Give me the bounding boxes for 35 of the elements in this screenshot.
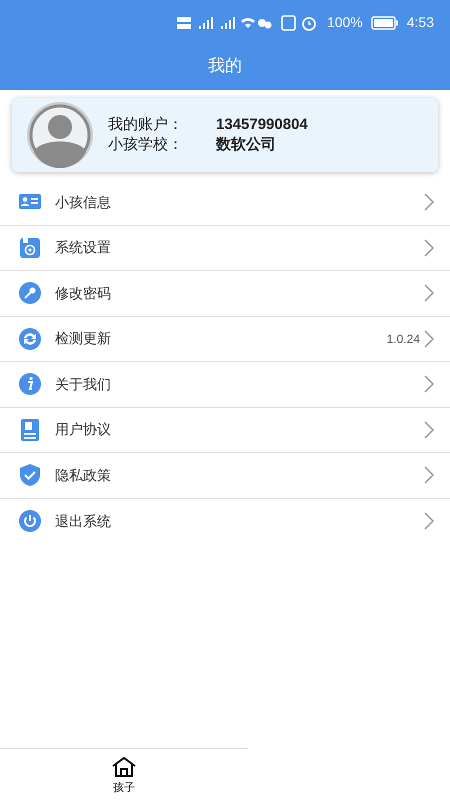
version-label: 1.0.24 — [386, 330, 420, 348]
page-title: 我的 — [208, 54, 242, 77]
refresh-icon — [18, 326, 42, 351]
chevron-right-icon — [424, 330, 434, 348]
menu-item[interactable]: 系统设置 — [0, 226, 450, 271]
info-icon — [18, 372, 42, 396]
nfc-alarm-icon — [280, 14, 319, 30]
battery-icon — [370, 16, 399, 30]
chevron-right-icon — [424, 238, 434, 257]
signal-icon — [176, 14, 273, 30]
field-value: 数软公司 — [216, 135, 277, 155]
chevron-right-icon — [424, 466, 434, 484]
chevron-right-icon — [424, 512, 434, 530]
power-icon — [18, 509, 42, 534]
document-icon — [18, 418, 42, 442]
menu-item[interactable]: 隐私政策 — [0, 453, 450, 498]
menu-item[interactable]: 关于我们 — [0, 362, 450, 408]
chevron-right-icon — [424, 420, 434, 439]
chevron-right-icon — [424, 284, 434, 302]
field-label: 我的账户： — [108, 115, 184, 135]
menu-item[interactable]: 检测更新 1.0.24 — [0, 316, 450, 362]
home-icon — [111, 756, 137, 778]
menu-item[interactable]: 修改密码 — [0, 271, 450, 316]
chevron-right-icon — [424, 375, 434, 394]
key-icon — [18, 281, 42, 306]
menu-item[interactable]: 退出系统 — [0, 498, 450, 544]
tab-bar-item[interactable]: 孩子 — [0, 748, 248, 800]
menu-item[interactable]: 小孩信息 — [0, 180, 450, 226]
clock: 4:53 — [406, 13, 434, 32]
menu-item[interactable]: 用户协议 — [0, 408, 450, 453]
battery-percentage: 100% — [326, 13, 363, 32]
field-label: 小孩学校： — [108, 135, 184, 155]
chevron-right-icon — [424, 193, 434, 212]
field-value: 13457990804 — [216, 115, 308, 135]
shield-check-icon — [18, 463, 42, 488]
